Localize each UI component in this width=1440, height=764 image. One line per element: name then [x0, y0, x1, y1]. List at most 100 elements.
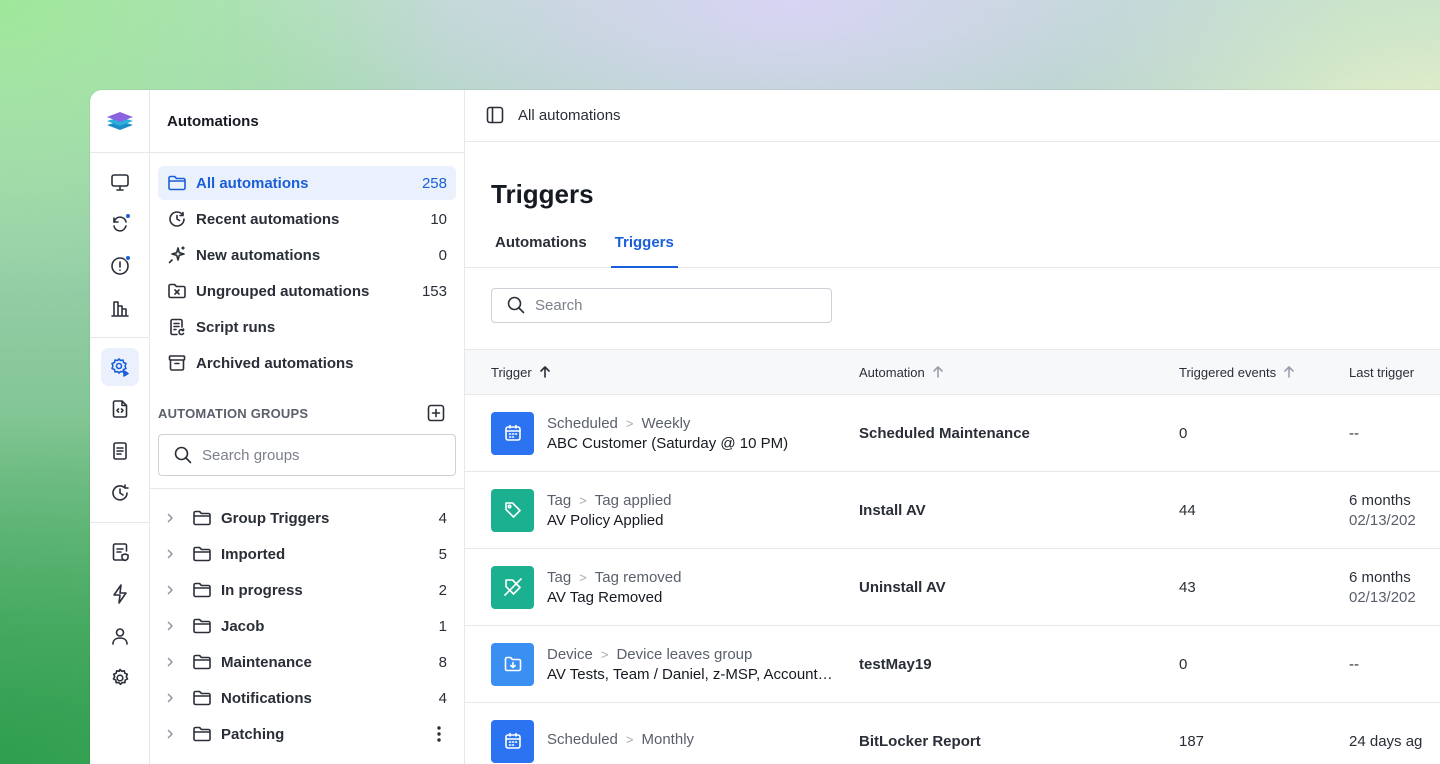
sidebar-item-label: Ungrouped automations: [196, 282, 370, 300]
group-item-in-progress[interactable]: In progress 2: [158, 572, 456, 608]
group-item-imported[interactable]: Imported 5: [158, 536, 456, 572]
group-item-group-triggers[interactable]: Group Triggers 4: [158, 500, 456, 536]
sidebar-title: Automations: [150, 90, 464, 153]
lightning-icon[interactable]: [101, 575, 139, 613]
table-row[interactable]: Tag > Tag removed AV Tag Removed Uninstall…: [465, 549, 1440, 626]
chevron-right-icon[interactable]: [158, 584, 182, 596]
column-header-automation[interactable]: Automation: [859, 365, 1179, 380]
automation-name[interactable]: Install AV: [859, 502, 1179, 519]
group-item-notifications[interactable]: Notifications 4: [158, 680, 456, 716]
folder-icon: [193, 726, 211, 742]
alert-icon[interactable]: [101, 247, 139, 285]
group-list: Group Triggers 4 Imported 5 In progress …: [150, 489, 464, 752]
sidebar-item-archived-automations[interactable]: Archived automations: [158, 346, 456, 380]
tab-bar: Automations Triggers: [465, 230, 1440, 268]
column-header-trigger[interactable]: Trigger: [465, 365, 859, 380]
tab-automations[interactable]: Automations: [491, 230, 591, 268]
sidebar-item-count: 258: [421, 174, 447, 192]
layers-logo-icon: [106, 112, 133, 130]
chevron-right-icon[interactable]: [158, 656, 182, 668]
column-header-last-trigger[interactable]: Last trigger: [1349, 365, 1440, 380]
automation-name[interactable]: testMay19: [859, 656, 1179, 673]
chevron-right-icon[interactable]: [158, 620, 182, 632]
last-trigger: 24 days ag: [1349, 732, 1423, 750]
user-icon[interactable]: [101, 617, 139, 655]
more-vertical-icon[interactable]: [431, 725, 447, 743]
app-logo[interactable]: [90, 90, 149, 153]
archive-icon: [168, 355, 186, 371]
sidebar-item-label: All automations: [196, 174, 309, 192]
script-file-icon[interactable]: [101, 390, 139, 428]
table-row[interactable]: Scheduled > Monthly BitLocker Report 187 2…: [465, 703, 1440, 764]
calendar-icon: [491, 411, 534, 455]
policy-icon[interactable]: [101, 533, 139, 571]
trigger-name: AV Policy Applied: [547, 511, 664, 529]
column-header-label: Triggered events: [1179, 364, 1277, 380]
automation-name[interactable]: Uninstall AV: [859, 579, 1179, 596]
search-input[interactable]: Search: [491, 287, 832, 323]
chevron-right-icon[interactable]: [158, 512, 182, 524]
trigger-type: Tag: [547, 491, 572, 509]
table-row[interactable]: Scheduled > Weekly ABC Customer (Saturday …: [465, 395, 1440, 472]
main-content: All automations Triggers Automations Tri…: [465, 90, 1440, 764]
chevron-right-icon: >: [625, 732, 634, 747]
search-icon: [507, 296, 525, 314]
monitor-icon[interactable]: [101, 163, 139, 201]
sidebar-item-all-automations[interactable]: All automations 258: [158, 166, 456, 200]
automation-name[interactable]: BitLocker Report: [859, 733, 1179, 750]
group-item-count: 4: [438, 509, 447, 527]
history-icon[interactable]: [101, 474, 139, 512]
group-item-maintenance[interactable]: Maintenance 8: [158, 644, 456, 680]
triggered-events: 187: [1179, 732, 1205, 750]
trigger-name: AV Tests, Team / Daniel, z-MSP, Account…: [547, 665, 833, 683]
search-icon: [174, 446, 192, 464]
trigger-name: AV Tag Removed: [547, 588, 663, 606]
chevron-right-icon[interactable]: [158, 692, 182, 704]
triggered-events: 0: [1179, 655, 1188, 673]
trigger-subtype: Tag applied: [594, 491, 672, 509]
chevron-right-icon[interactable]: [158, 728, 182, 740]
settings-icon[interactable]: [101, 659, 139, 697]
automation-groups-title: AUTOMATION GROUPS: [158, 405, 309, 421]
chevron-right-icon[interactable]: [158, 548, 182, 560]
add-group-icon[interactable]: [426, 403, 446, 423]
tag-off-icon: [491, 565, 534, 609]
sidebar-item-recent-automations[interactable]: Recent automations 10: [158, 202, 456, 236]
folder-icon: [193, 582, 211, 598]
reports-icon[interactable]: [101, 289, 139, 327]
group-item-label: Patching: [221, 725, 285, 743]
group-item-patching[interactable]: Patching: [158, 716, 456, 752]
sync-icon[interactable]: [101, 205, 139, 243]
table-row[interactable]: Device > Device leaves group AV Tests, Tea…: [465, 626, 1440, 703]
last-trigger-date: 02/13/202: [1349, 588, 1416, 606]
document-icon[interactable]: [101, 432, 139, 470]
trigger-type: Scheduled: [547, 414, 618, 432]
search-placeholder: Search: [535, 296, 583, 314]
search-groups-placeholder: Search groups: [202, 446, 300, 464]
folder-out-icon: [491, 642, 534, 686]
sidebar-toggle-icon[interactable]: [485, 105, 505, 125]
automation-gear-icon[interactable]: [100, 348, 139, 386]
last-trigger: 6 months: [1349, 491, 1411, 509]
column-header-label: Last trigger: [1349, 364, 1415, 380]
triggered-events: 44: [1179, 501, 1196, 519]
group-item-label: Maintenance: [221, 653, 312, 671]
sidebar-item-label: Archived automations: [196, 354, 354, 372]
group-item-count: 1: [438, 617, 447, 635]
table-row[interactable]: Tag > Tag applied AV Policy Applied Instal…: [465, 472, 1440, 549]
chevron-right-icon: >: [600, 646, 609, 662]
group-item-jacob[interactable]: Jacob 1: [158, 608, 456, 644]
automation-groups-heading: AUTOMATION GROUPS: [150, 402, 464, 424]
breadcrumb: All automations: [518, 106, 621, 124]
tab-triggers[interactable]: Triggers: [610, 230, 678, 268]
sidebar-item-script-runs[interactable]: Script runs: [158, 310, 456, 344]
folder-icon: [193, 654, 211, 670]
automation-name[interactable]: Scheduled Maintenance: [859, 425, 1179, 442]
chevron-right-icon: >: [625, 415, 634, 431]
sidebar-item-new-automations[interactable]: New automations 0: [158, 238, 456, 272]
column-header-triggered-events[interactable]: Triggered events: [1179, 365, 1349, 380]
app-window: Automations All automations 258 Recent a…: [90, 90, 1440, 764]
triggered-events: 0: [1179, 424, 1188, 442]
search-groups-input[interactable]: Search groups: [158, 434, 456, 476]
sidebar-item-ungrouped-automations[interactable]: Ungrouped automations 153: [158, 274, 456, 308]
